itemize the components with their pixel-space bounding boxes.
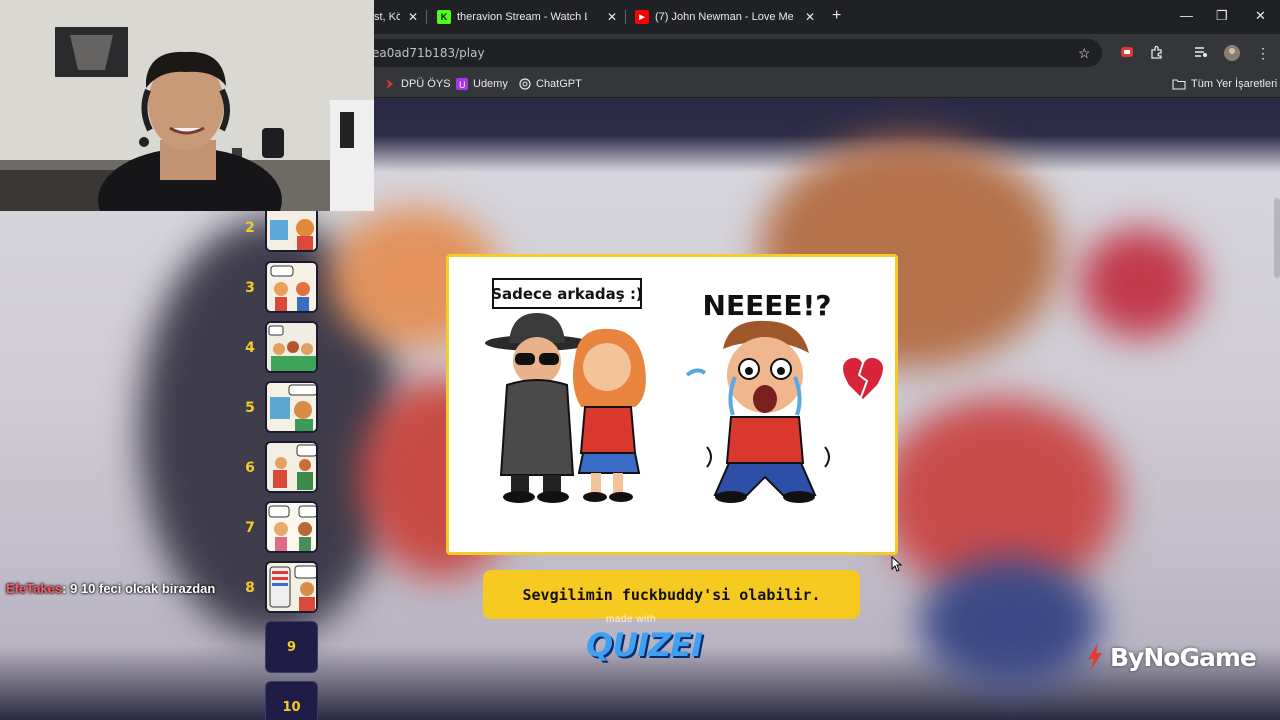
tab-3[interactable]: ▶ (7) John Newman - Love Me Ag ✕ <box>635 4 815 30</box>
question-thumb[interactable] <box>265 261 318 313</box>
bg-heart-shape <box>1080 228 1200 338</box>
question-locked-box[interactable]: 10 <box>265 681 318 720</box>
bookmark-star-icon[interactable]: ☆ <box>1078 45 1091 61</box>
tab-1[interactable]: st, Kö ✕ <box>374 4 418 30</box>
tab-title: theravion Stream - Watch Live o <box>457 11 587 23</box>
bookmark-chatgpt[interactable]: ChatGPT <box>519 78 582 90</box>
question-number: 9 <box>286 639 297 655</box>
menu-kebab-icon[interactable]: ⋮ <box>1256 45 1270 61</box>
webcam-feed-image <box>0 0 374 211</box>
question-number: 2 <box>245 220 255 236</box>
all-bookmarks-label: Tüm Yer İşaretleri <box>1191 78 1278 90</box>
bookmark-udemy[interactable]: U Udemy <box>456 78 508 90</box>
tab-title: (7) John Newman - Love Me Ag <box>655 11 793 23</box>
all-bookmarks-folder[interactable]: Tüm Yer İşaretleri <box>1172 78 1277 90</box>
chat-username: EfeTakes <box>6 581 63 596</box>
question-locked-box[interactable]: 9 <box>265 621 318 673</box>
youtube-icon: ▶ <box>635 10 649 24</box>
page-scrollbar[interactable] <box>1274 198 1280 278</box>
comic-illustration: Sadece arkadaş :) NEEEE!? <box>449 257 895 552</box>
chat-message: EfeTakes: 9 10 feci olcak birazdan <box>6 581 215 596</box>
tab-2[interactable]: K theravion Stream - Watch Live o ✕ <box>437 4 617 30</box>
answer-banner: Sevgilimin fuckbuddy'si olabilir. <box>483 570 860 619</box>
bg-jeans-shape <box>920 558 1100 688</box>
question-thumb[interactable] <box>265 561 318 613</box>
svg-text:U: U <box>459 81 466 90</box>
folder-icon <box>1172 79 1186 90</box>
bookmark-label: Udemy <box>473 78 508 90</box>
made-with-label: made with <box>606 614 657 625</box>
media-control-icon[interactable] <box>1194 45 1208 62</box>
dpu-icon <box>386 79 393 89</box>
bookmark-dpu[interactable]: DPÜ ÖYS <box>384 78 451 90</box>
url-text[interactable]: ea0ad71b183/play <box>372 46 485 60</box>
question-number: 4 <box>245 340 255 356</box>
bookmark-label: DPÜ ÖYS <box>401 78 451 90</box>
chatgpt-icon <box>519 78 531 90</box>
question-thumb[interactable] <box>265 204 318 252</box>
kick-icon: K <box>437 10 451 24</box>
mouse-cursor-icon <box>891 556 903 572</box>
profile-avatar-icon[interactable] <box>1224 45 1240 64</box>
minimize-icon[interactable]: — <box>1180 8 1193 23</box>
tab-divider <box>625 10 626 24</box>
shout-text: NEEEE!? <box>703 289 832 322</box>
tab-title: st, Kö <box>374 11 400 23</box>
question-thumb[interactable] <box>265 501 318 553</box>
sign-text: Sadece arkadaş :) <box>491 285 643 303</box>
sponsor-logo: ByNoGame <box>1082 641 1257 673</box>
extension-red-icon[interactable] <box>1120 45 1134 62</box>
chat-text: : 9 10 feci olcak birazdan <box>62 581 216 596</box>
quizei-logo[interactable]: QUIZEI <box>586 626 703 664</box>
question-thumb[interactable] <box>265 321 318 373</box>
question-thumb[interactable] <box>265 441 318 493</box>
question-number: 7 <box>245 520 255 536</box>
udemy-icon: U <box>456 78 468 90</box>
close-icon[interactable]: ✕ <box>408 10 418 24</box>
close-icon[interactable]: ✕ <box>607 10 617 24</box>
question-number: 6 <box>245 460 255 476</box>
tab-divider <box>426 10 427 24</box>
new-tab-icon[interactable]: + <box>832 7 841 25</box>
question-number: 10 <box>282 699 301 715</box>
close-icon[interactable]: ✕ <box>805 10 815 24</box>
extensions-puzzle-icon[interactable] <box>1150 45 1164 62</box>
bookmark-label: ChatGPT <box>536 78 582 90</box>
question-number: 5 <box>245 400 255 416</box>
bynogame-flame-icon <box>1088 643 1102 671</box>
question-number: 3 <box>245 280 255 296</box>
window-close-icon[interactable]: ✕ <box>1255 8 1266 24</box>
question-number: 8 <box>245 580 255 596</box>
sponsor-name: ByNoGame <box>1110 642 1257 672</box>
question-image-card: Sadece arkadaş :) NEEEE!? <box>446 254 898 555</box>
screen: st, Kö ✕ K theravion Stream - Watch Live… <box>0 0 1280 720</box>
webcam-overlay <box>0 0 374 211</box>
question-thumb[interactable] <box>265 381 318 433</box>
restore-icon[interactable]: ❐ <box>1216 8 1228 24</box>
